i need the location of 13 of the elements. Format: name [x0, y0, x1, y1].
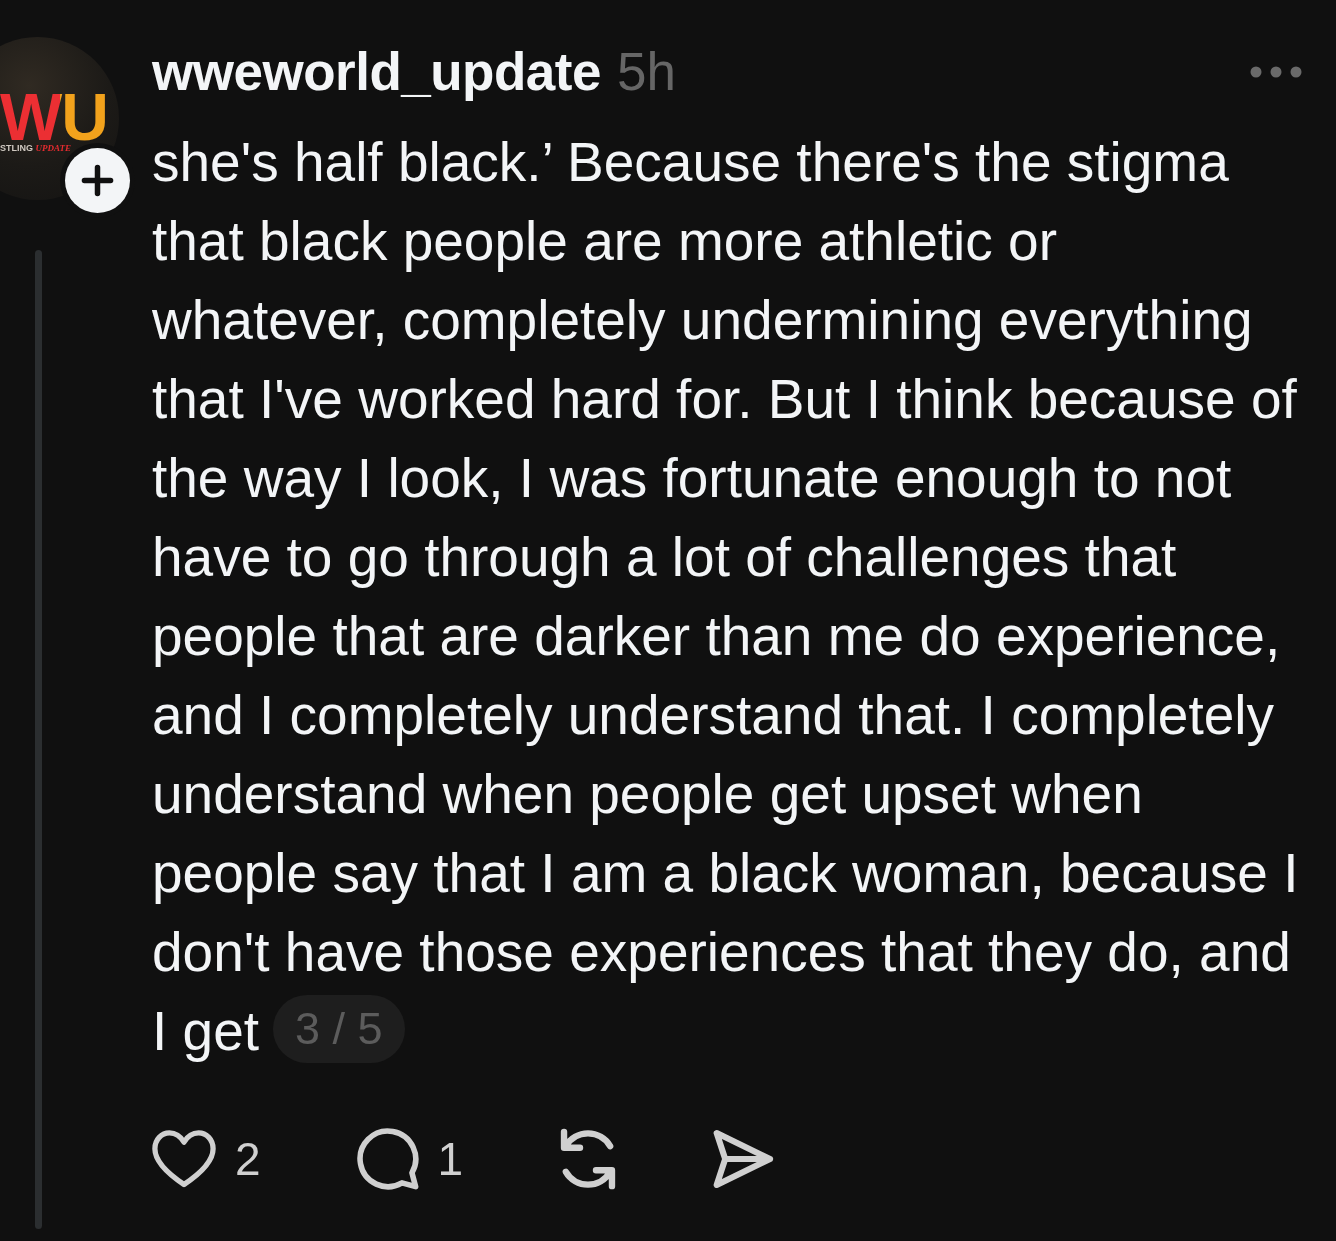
- post-text: she's half black.’ Because there's the stigma that black people are more athletic or whatever, completely undermining everything that I've worked hard for. But I think because of the way I look, I was fortunate enough to not have to go through a lot of challenges that people that are darker than me do experience, and I completely understand that. I completely understand when people get upset when people say that I am a black woman, because I don't have those experiences that they do, and: [152, 130, 1300, 985]
- reply-button[interactable]: 1: [356, 1128, 464, 1190]
- page-indicator: 3 / 5: [273, 995, 405, 1063]
- plus-icon: [81, 164, 114, 197]
- send-icon[interactable]: [713, 1129, 775, 1189]
- heart-icon: [152, 1129, 216, 1189]
- post-text: I get: [152, 1000, 260, 1062]
- post-time: 5h: [616, 42, 676, 102]
- more-icon[interactable]: [1250, 66, 1302, 78]
- username-link[interactable]: wweworld_update: [152, 42, 601, 102]
- like-button[interactable]: 2: [152, 1129, 261, 1189]
- speech-bubble-icon: [356, 1128, 419, 1190]
- repost-icon[interactable]: [559, 1128, 618, 1190]
